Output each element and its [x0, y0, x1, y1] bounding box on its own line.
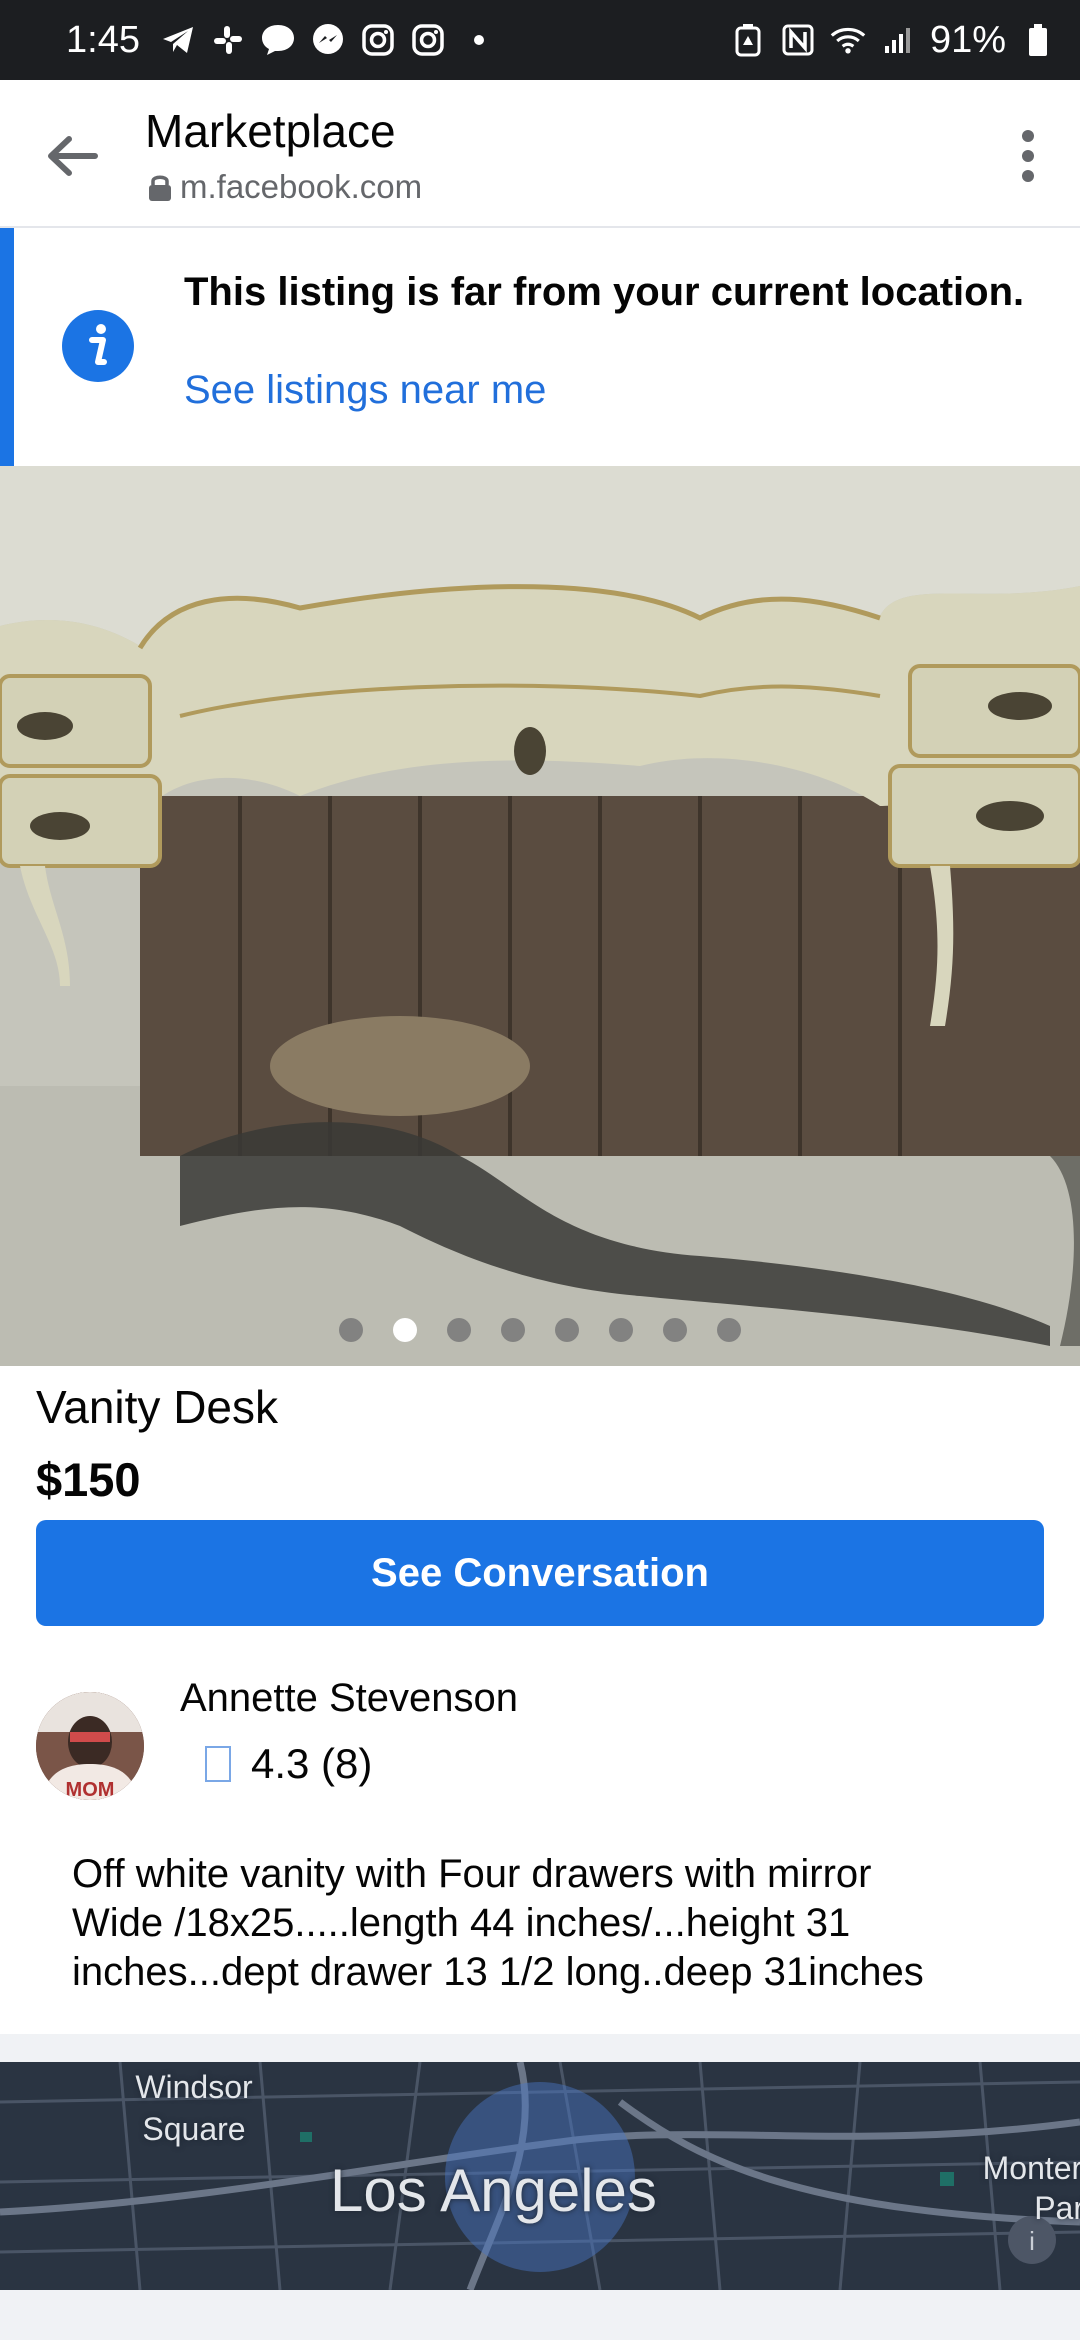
rating-star-icon: [205, 1746, 231, 1782]
slack-icon: [210, 22, 246, 58]
browser-header: Marketplace m.facebook.com: [0, 80, 1080, 228]
signal-icon: [880, 22, 916, 58]
arrow-left-icon: [48, 136, 98, 176]
rating-text: 4.3 (8): [251, 1740, 373, 1787]
gallery-dot-active[interactable]: [393, 1318, 417, 1342]
gallery-dot[interactable]: [447, 1318, 471, 1342]
section-divider: [0, 2034, 1080, 2062]
more-vertical-icon: [1022, 130, 1034, 182]
banner-accent-bar: [0, 228, 14, 466]
gallery-dot[interactable]: [717, 1318, 741, 1342]
instagram-icon: [410, 22, 446, 58]
gallery-dot[interactable]: [663, 1318, 687, 1342]
battery-percent: 91%: [929, 18, 1006, 61]
status-bar: 1:45 91%: [0, 0, 1080, 80]
listing-price: $150: [36, 1453, 141, 1506]
seller-name[interactable]: Annette Stevenson: [180, 1676, 518, 1721]
page-title: Marketplace: [145, 105, 396, 157]
gallery-dot[interactable]: [609, 1318, 633, 1342]
url-display: m.facebook.com: [148, 168, 422, 206]
gallery-pagination: [0, 1318, 1080, 1342]
status-bar-right: 91%: [730, 19, 1056, 62]
wifi-icon: [830, 22, 866, 58]
gallery-dot[interactable]: [501, 1318, 525, 1342]
see-listings-near-me-link[interactable]: See listings near me: [184, 368, 546, 413]
nfc-icon: [780, 22, 816, 58]
battery-icon: [1020, 22, 1056, 58]
status-time: 1:45: [66, 18, 140, 61]
lock-icon: [149, 175, 171, 201]
svg-text:i: i: [1029, 2226, 1035, 2256]
map-label-los-angeles: Los Angeles: [330, 2157, 657, 2224]
gallery-dot[interactable]: [339, 1318, 363, 1342]
back-button[interactable]: [36, 124, 108, 188]
see-conversation-button[interactable]: See Conversation: [36, 1520, 1044, 1626]
svg-text:MOM: MOM: [66, 1779, 115, 1800]
instagram-icon: [360, 22, 396, 58]
map-label-windsor-square: Windsor Square: [135, 2069, 253, 2147]
url-text: m.facebook.com: [180, 168, 423, 205]
seller-avatar[interactable]: MOM: [36, 1692, 144, 1800]
vanity-desk-photo: [0, 466, 1080, 1366]
gallery-dot[interactable]: [555, 1318, 579, 1342]
banner-message: This listing is far from your current lo…: [184, 270, 1025, 314]
notification-dot-icon: [473, 35, 484, 45]
seller-rating: 4.3 (8): [205, 1740, 372, 1788]
bottom-spacer: [0, 2290, 1080, 2340]
more-options-button[interactable]: [1008, 124, 1048, 188]
map-label-monterey-park: Montere Park: [982, 2150, 1080, 2226]
info-icon: [62, 310, 134, 382]
messenger-icon: [310, 22, 346, 58]
battery-saver-icon: [730, 22, 766, 58]
telegram-icon: [160, 22, 196, 58]
listing-description: Off white vanity with Four drawers with …: [72, 1852, 924, 1994]
listing-photo[interactable]: [0, 466, 1080, 1366]
location-map[interactable]: i Windsor Square Los Angeles Montere Par…: [0, 2062, 1080, 2290]
listing-title: Vanity Desk: [36, 1381, 279, 1433]
chat-bubble-icon: [260, 22, 296, 58]
status-bar-left: 1:45: [66, 19, 484, 62]
location-banner: This listing is far from your current lo…: [0, 228, 1080, 466]
